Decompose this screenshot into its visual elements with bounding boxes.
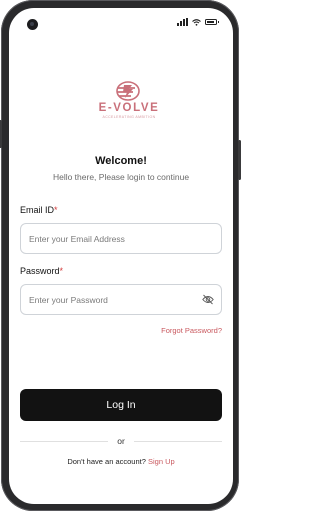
required-mark: * bbox=[54, 205, 58, 215]
forgot-password-link[interactable]: Forgot Password? bbox=[161, 326, 222, 335]
eye-off-icon[interactable] bbox=[202, 294, 214, 305]
password-label: Password* bbox=[20, 266, 63, 276]
signup-prompt: Don't have an account? bbox=[67, 457, 146, 466]
email-field[interactable] bbox=[20, 223, 222, 254]
email-label: Email ID* bbox=[20, 205, 58, 215]
password-label-text: Password bbox=[20, 266, 60, 276]
power-button bbox=[238, 140, 241, 180]
email-label-text: Email ID bbox=[20, 205, 55, 215]
divider-line-right bbox=[134, 441, 222, 442]
logo-tagline: ACCELERATING AMBITION bbox=[102, 115, 156, 119]
brand-logo: E-VOLVE ACCELERATING AMBITION bbox=[79, 80, 179, 128]
page-title: Welcome! bbox=[95, 155, 147, 167]
status-icons bbox=[177, 18, 219, 26]
required-mark: * bbox=[59, 266, 64, 276]
wifi-icon bbox=[192, 18, 201, 26]
volume-button bbox=[0, 120, 2, 148]
logo-name: E-VOLVE bbox=[98, 102, 160, 114]
signup-link[interactable]: Sign Up bbox=[148, 457, 175, 466]
signup-row: Don't have an account? Sign Up bbox=[9, 457, 233, 466]
login-button[interactable]: Log In bbox=[20, 389, 222, 421]
signal-icon bbox=[177, 18, 188, 26]
logo-mark-icon bbox=[116, 81, 140, 101]
page-subtitle: Hello there, Please login to continue bbox=[52, 172, 190, 182]
or-divider: or bbox=[20, 436, 222, 446]
password-field[interactable] bbox=[20, 284, 222, 315]
front-camera-icon bbox=[27, 19, 38, 30]
phone-frame: E-VOLVE ACCELERATING AMBITION Welcome! H… bbox=[0, 0, 241, 511]
status-bar bbox=[9, 8, 233, 38]
screen: E-VOLVE ACCELERATING AMBITION Welcome! H… bbox=[9, 8, 233, 504]
battery-icon bbox=[205, 19, 219, 25]
